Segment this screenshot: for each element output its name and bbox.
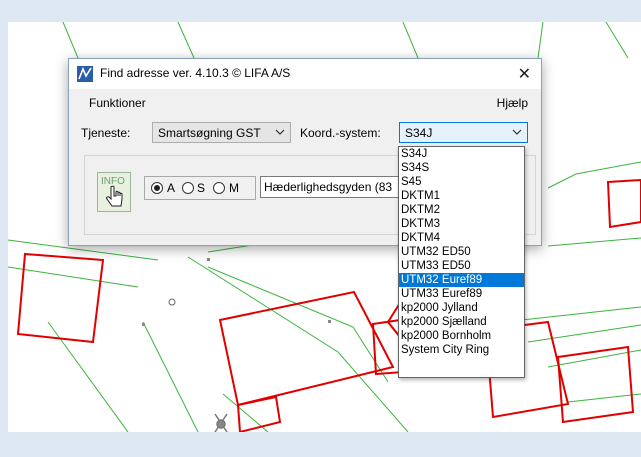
- app-icon: [77, 66, 93, 82]
- dropdown-option[interactable]: kp2000 Sjælland: [399, 315, 524, 329]
- tjeneste-label: Tjeneste:: [81, 126, 131, 140]
- dropdown-option[interactable]: DKTM1: [399, 189, 524, 203]
- dropdown-option[interactable]: S34J: [399, 147, 524, 161]
- dropdown-option[interactable]: UTM33 Euref89: [399, 287, 524, 301]
- koord-system-value: S34J: [405, 126, 433, 140]
- title-bar: Find adresse ver. 4.10.3 © LIFA A/S ✕: [69, 59, 541, 89]
- close-icon[interactable]: ✕: [518, 64, 531, 84]
- radio-m[interactable]: [213, 182, 225, 194]
- dropdown-option[interactable]: DKTM4: [399, 231, 524, 245]
- window-title: Find adresse ver. 4.10.3 © LIFA A/S: [100, 66, 291, 80]
- koord-system-select[interactable]: S34J: [399, 122, 528, 143]
- menu-bar: Funktioner Hjælp: [69, 89, 541, 113]
- dropdown-option[interactable]: UTM32 Euref89: [399, 273, 524, 287]
- radio-s[interactable]: [182, 182, 194, 194]
- dropdown-option[interactable]: DKTM2: [399, 203, 524, 217]
- chevron-down-icon: [275, 129, 285, 135]
- dropdown-option[interactable]: S45: [399, 175, 524, 189]
- koord-system-dropdown: S34J S34S S45 DKTM1 DKTM2 DKTM3 DKTM4 UTM32 ED5…: [398, 146, 525, 378]
- koord-system-label: Koord.-system:: [300, 126, 381, 140]
- dropdown-option[interactable]: System City Ring: [399, 343, 524, 357]
- menu-hjaelp[interactable]: Hjælp: [497, 96, 528, 110]
- dropdown-option[interactable]: UTM33 ED50: [399, 259, 524, 273]
- dropdown-option[interactable]: kp2000 Bornholm: [399, 329, 524, 343]
- dropdown-option[interactable]: DKTM3: [399, 217, 524, 231]
- dropdown-option[interactable]: kp2000 Jylland: [399, 301, 524, 315]
- radio-a[interactable]: [151, 182, 163, 194]
- hand-pointer-icon: [106, 185, 123, 207]
- tjeneste-value: Smartsøgning GST: [158, 126, 261, 140]
- address-search-input[interactable]: Hæderlighedsgyden (83: [260, 176, 400, 198]
- radio-a-label: A: [167, 181, 176, 195]
- tjeneste-select[interactable]: Smartsøgning GST: [152, 122, 291, 143]
- radio-s-label: S: [197, 181, 206, 195]
- menu-funktioner[interactable]: Funktioner: [89, 96, 146, 110]
- dropdown-option[interactable]: UTM32 ED50: [399, 245, 524, 259]
- chevron-down-icon: [512, 129, 522, 135]
- search-mode-radio-group: A S M: [144, 176, 256, 200]
- dropdown-option[interactable]: S34S: [399, 161, 524, 175]
- radio-m-label: M: [229, 181, 239, 195]
- info-button[interactable]: INFO: [97, 172, 131, 212]
